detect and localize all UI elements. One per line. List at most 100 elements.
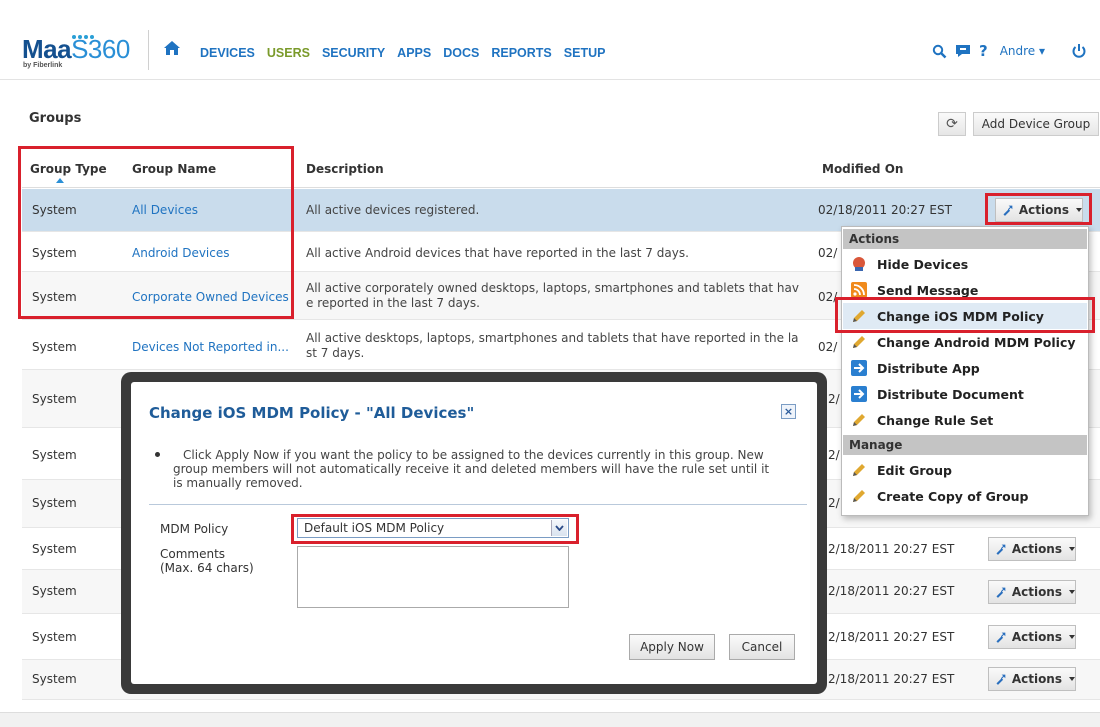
maas360-logo[interactable]: MaaS360 by Fiberlink	[22, 28, 132, 69]
caret-down-icon	[1069, 677, 1075, 681]
cancel-button[interactable]: Cancel	[729, 634, 795, 660]
header-group-type[interactable]: Group Type	[30, 162, 107, 176]
chevron-down-icon[interactable]	[551, 520, 567, 536]
actions-label: Actions	[1011, 585, 1062, 599]
page-title: Groups	[29, 111, 82, 126]
power-icon[interactable]	[1071, 43, 1087, 59]
header-group-name[interactable]: Group Name	[132, 162, 216, 176]
menu-item-change-ios-mdm-policy[interactable]: Change iOS MDM Policy	[843, 303, 1087, 329]
cell-modified-on: 2/18/2011 20:27 EST	[828, 672, 955, 686]
cell-group-type: System	[32, 630, 77, 644]
mdm-policy-value: Default iOS MDM Policy	[304, 521, 445, 535]
cell-group-name-link[interactable]: Corporate Owned Devices	[132, 290, 289, 305]
caret-down-icon	[1076, 208, 1082, 212]
nav-reports[interactable]: REPORTS	[491, 46, 551, 60]
actions-button[interactable]: Actions	[988, 625, 1076, 649]
cell-modified-on: 2/	[828, 496, 840, 510]
nav-setup[interactable]: SETUP	[564, 46, 606, 60]
dialog-title: Change iOS MDM Policy - "All Devices"	[149, 404, 475, 422]
cell-description: All active corporately owned desktops, l…	[306, 281, 816, 311]
help-icon[interactable]: ?	[979, 42, 988, 60]
header-description[interactable]: Description	[306, 162, 384, 176]
cell-group-type: System	[32, 290, 77, 304]
cell-group-type: System	[32, 203, 77, 217]
menu-item-label: Create Copy of Group	[877, 488, 1029, 504]
message-line-3: is manually removed.	[173, 476, 303, 490]
cell-group-name-link[interactable]: Devices Not Reported in...	[132, 340, 289, 355]
menu-item-distribute-app[interactable]: Distribute App	[843, 355, 1087, 381]
cell-group-type: System	[32, 584, 77, 598]
comments-textarea[interactable]	[297, 546, 569, 608]
dialog-message: Click Apply Now if you want the policy t…	[173, 448, 803, 490]
top-header: MaaS360 by Fiberlink DEVICES USERS SECUR…	[0, 0, 1100, 80]
change-ios-mdm-policy-dialog: Change iOS MDM Policy - "All Devices" × …	[131, 382, 817, 684]
user-menu[interactable]: Andre ▾	[1000, 44, 1045, 58]
nav-divider	[148, 30, 149, 70]
actions-button[interactable]: Actions	[995, 198, 1083, 222]
cell-description: All active desktops, laptops, smartphone…	[306, 331, 816, 361]
menu-item-distribute-document[interactable]: Distribute Document	[843, 381, 1087, 407]
menu-section-actions: Actions	[843, 229, 1087, 249]
wrench-icon	[1003, 205, 1013, 216]
cell-modified-on: 2/	[828, 448, 840, 462]
cell-modified-on: 2/18/2011 20:27 EST	[828, 630, 955, 644]
cell-group-type: System	[32, 340, 77, 354]
logo-tagline: by Fiberlink	[23, 62, 63, 69]
close-icon[interactable]: ×	[781, 404, 796, 419]
nav-docs[interactable]: DOCS	[443, 46, 479, 60]
description-line-2: e reported in the last 7 days.	[306, 296, 480, 310]
menu-item-edit-group[interactable]: Edit Group	[843, 457, 1087, 483]
cell-modified-on: 2/	[828, 392, 840, 406]
nav-security[interactable]: SECURITY	[322, 46, 385, 60]
actions-button[interactable]: Actions	[988, 580, 1076, 604]
message-line-2: group members will not automatically rec…	[173, 462, 770, 476]
menu-item-send-message[interactable]: Send Message	[843, 277, 1087, 303]
mdm-policy-select[interactable]: Default iOS MDM Policy	[297, 518, 569, 538]
menu-item-label: Change iOS MDM Policy	[877, 308, 1044, 324]
actions-button[interactable]: Actions	[988, 537, 1076, 561]
distribute-arrow-icon	[851, 386, 867, 402]
refresh-icon: ⟳	[946, 116, 958, 132]
cell-group-type: System	[32, 542, 77, 556]
cell-modified-on: 02/	[818, 246, 838, 260]
menu-item-create-copy-of-group[interactable]: Create Copy of Group	[843, 483, 1087, 509]
cell-modified-on: 02/	[818, 340, 838, 354]
description-line-2: st 7 days.	[306, 346, 365, 360]
nav-users[interactable]: USERS	[267, 46, 310, 60]
nav-devices[interactable]: DEVICES	[200, 46, 255, 60]
add-device-group-button[interactable]: Add Device Group	[973, 112, 1099, 136]
distribute-arrow-icon	[851, 360, 867, 376]
search-icon[interactable]	[932, 44, 947, 59]
actions-label: Actions	[1011, 542, 1062, 556]
wrench-icon	[996, 632, 1006, 643]
pencil-icon	[853, 310, 865, 322]
menu-item-hide-devices[interactable]: Hide Devices	[843, 251, 1087, 277]
actions-label: Actions	[1018, 203, 1069, 217]
chat-icon[interactable]	[955, 43, 971, 59]
menu-item-change-android-mdm-policy[interactable]: Change Android MDM Policy	[843, 329, 1087, 355]
home-icon[interactable]	[163, 40, 181, 56]
comments-label-text: Comments	[160, 547, 226, 561]
menu-item-label: Change Rule Set	[877, 412, 994, 428]
pencil-icon	[853, 490, 865, 502]
cell-group-name-link[interactable]: All Devices	[132, 203, 198, 218]
header-modified-on[interactable]: Modified On	[822, 162, 903, 176]
message-line-1: Click Apply Now if you want the policy t…	[183, 448, 764, 462]
actions-button[interactable]: Actions	[988, 667, 1076, 691]
refresh-button[interactable]: ⟳	[938, 112, 966, 136]
cell-group-type: System	[32, 672, 77, 686]
menu-item-label: Edit Group	[877, 462, 952, 478]
mdm-policy-label: MDM Policy	[160, 522, 229, 536]
comments-label: Comments (Max. 64 chars)	[160, 547, 254, 575]
wrench-icon	[996, 587, 1006, 598]
page-footer-strip	[0, 712, 1100, 727]
rss-message-icon	[851, 282, 867, 298]
actions-label: Actions	[1011, 630, 1062, 644]
cell-group-type: System	[32, 392, 77, 406]
nav-apps[interactable]: APPS	[397, 46, 431, 60]
top-right-tools: ? Andre ▾	[932, 42, 1087, 60]
menu-item-label: Distribute App	[877, 360, 980, 376]
cell-group-name-link[interactable]: Android Devices	[132, 246, 230, 261]
apply-now-button[interactable]: Apply Now	[629, 634, 715, 660]
menu-item-change-rule-set[interactable]: Change Rule Set	[843, 407, 1087, 433]
